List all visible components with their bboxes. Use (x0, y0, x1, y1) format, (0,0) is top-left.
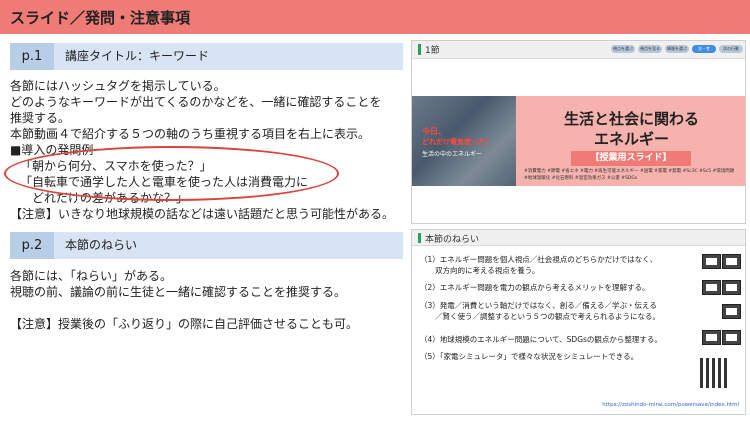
axis-tab: 情報を選ぶ (665, 45, 689, 53)
slide-section-label: 1節 (425, 46, 440, 56)
body-line: 各節には、「ねらい」がある。 (10, 269, 173, 283)
qr-code-icon[interactable] (700, 358, 730, 388)
aim-item: （4）地球規模のエネルギー問題について、SDGsの観点から整理する。 (420, 335, 662, 344)
slide-photo: 今日、 どれだけ電気使った？ 生活の中のエネルギー (412, 96, 516, 186)
video-icon (702, 280, 721, 295)
slide-badge: 【授業用スライド】 (571, 151, 691, 166)
photo-caption: どれだけ電気使った？ (422, 138, 492, 146)
slide-hashtags: #消費電力 #節電 #省エネ #電力 #再生可能エネルギー #送電 #家電 #発… (524, 169, 735, 181)
aim-item: （3）発電／消費という軸だけではなく、創る／備える／学ぶ・伝える (420, 301, 657, 310)
photo-caption: 今日、 (422, 127, 446, 136)
slide-section-label: 本節のねらい (425, 235, 480, 245)
section-header-p2: p.2 本節のねらい (10, 232, 403, 259)
aim-item: ／賢く使う／調整するという５つの観点で考えられるようになる。 (420, 312, 660, 321)
slide-header: 1節 視点を選ぶ 視点を見る 情報を選ぶ 次・考 次の行動 (412, 41, 745, 59)
header-accent (418, 44, 421, 55)
slide-title-panel: 生活と社会に関わる エネルギー 【授業用スライド】 #消費電力 #節電 #省エネ… (516, 96, 745, 186)
video-icon (702, 254, 721, 269)
video-icon (722, 280, 741, 295)
section-body-p2: 各節には、「ねらい」がある。 視聴の前、議論の前に生徒と一緒に確認することを推奨… (10, 268, 358, 332)
axis-tab: 視点を見る (638, 45, 662, 53)
highlight-ellipse (4, 146, 339, 201)
aim-item: （2）エネルギー問題を電力の観点から考えるメリットを理解する。 (420, 283, 650, 292)
slide-title-line: エネルギー (593, 130, 669, 148)
body-line: 各節にはハッシュタグを掲示している。 (10, 79, 226, 93)
section-label: 講座タイトル：キーワード (65, 49, 210, 63)
axis-tab-active: 次・考 (692, 45, 716, 53)
title-bar: スライド／発問・注意事項 (0, 0, 750, 34)
body-line (10, 300, 358, 316)
axis-tab: 視点を選ぶ (611, 45, 635, 53)
page-title: スライド／発問・注意事項 (10, 9, 191, 27)
video-icon (722, 254, 741, 269)
axis-tabs: 視点を選ぶ 視点を見る 情報を選ぶ 次・考 次の行動 (611, 45, 743, 53)
body-line: 【注意】授業後の「ふり返り」の際に自己評価させることも可。 (10, 317, 359, 331)
photo-caption: 生活の中のエネルギー (422, 151, 483, 158)
header-accent (418, 233, 421, 243)
body-line: 推奨する。 (10, 111, 71, 125)
body-line: 【注意】いきなり地球規模の話などは遠い話題だと思う可能性がある。 (10, 207, 395, 221)
aim-item: （1）エネルギー問題を個人視点／社会視点のどちらかだけではなく、 (420, 255, 658, 264)
axis-tab: 次の行動 (719, 45, 743, 53)
slide-title-line: 生活と社会に関わる (563, 110, 699, 128)
slide-thumbnail-2[interactable]: 本節のねらい （1）エネルギー問題を個人視点／社会視点のどちらかだけではなく、 … (411, 229, 746, 415)
section-header-p1: p.1 講座タイトル：キーワード (10, 43, 403, 70)
slide-url[interactable]: https://zoshindo-mirai.com/powersave/ind… (602, 402, 739, 408)
video-icon (702, 330, 721, 345)
aim-item: 双方向的に考える視点を養う。 (420, 266, 540, 275)
video-icon (722, 304, 741, 319)
body-line: 視聴の前、議論の前に生徒と一緒に確認することを推奨する。 (10, 285, 347, 299)
section-label: 本節のねらい (65, 238, 138, 252)
slide-thumbnail-1[interactable]: 1節 視点を選ぶ 視点を見る 情報を選ぶ 次・考 次の行動 今日、 どれだけ電気… (411, 40, 746, 224)
aim-item: （5）「家電シミュレータ」で様々な状況をシミュレートできる。 (420, 352, 639, 361)
slide-header: 本節のねらい (412, 230, 745, 246)
body-line: 本節動画４で紹介する５つの軸のうち重視する項目を右上に表示。 (10, 127, 371, 141)
body-line: どのようなキーワードが出てくるのかなどを、一緒に確認することを (10, 95, 382, 109)
section-number: p.1 (10, 43, 54, 70)
video-icon (722, 330, 741, 345)
section-number: p.2 (10, 232, 54, 259)
